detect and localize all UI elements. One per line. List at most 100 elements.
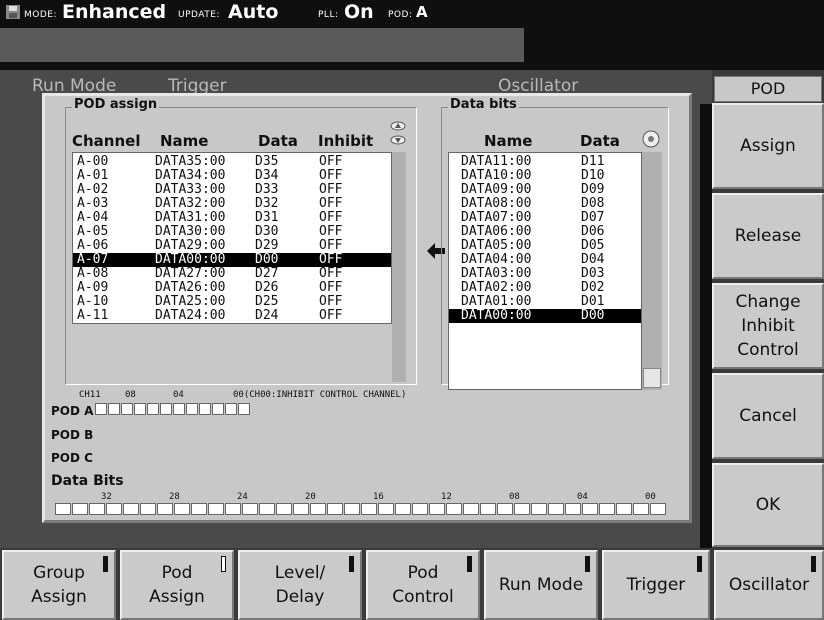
pod-assign-list[interactable]: A-00 DATA35:00 D35 OFF A-01 DATA34:00 D34 OFF A-…: [72, 152, 392, 324]
bit-tick: 08: [509, 492, 520, 502]
data-bit-row[interactable]: DATA11:00 D11: [449, 155, 641, 169]
pod-assign-scrollbar[interactable]: [392, 152, 406, 382]
cell-name: DATA04:00: [461, 252, 532, 267]
col-name: Name: [160, 132, 209, 150]
pll-label: PLL:: [318, 10, 339, 20]
cell-name: DATA01:00: [461, 294, 532, 309]
cell-data: D30: [255, 224, 279, 239]
data-bit-box: [344, 503, 360, 515]
data-bit-row[interactable]: DATA00:00 D00: [449, 309, 641, 323]
bit-tick: 32: [101, 492, 112, 502]
data-bits-scrollbar[interactable]: [642, 152, 662, 390]
cell-inhibit: OFF: [319, 196, 343, 211]
data-bit-box: [242, 503, 258, 515]
data-bit-box: [531, 503, 547, 515]
trigger-button[interactable]: Trigger: [602, 550, 710, 620]
cell-name: DATA25:00: [155, 294, 226, 309]
cell-inhibit: OFF: [319, 280, 343, 295]
message-area: [0, 28, 524, 62]
cell-data: D07: [581, 210, 605, 225]
pod-assign-row[interactable]: A-06 DATA29:00 D29 OFF: [73, 239, 391, 253]
cell-channel: A-02: [77, 182, 109, 197]
data-bits-list[interactable]: DATA11:00 D11 DATA10:00 D10 DATA09:00 D09 DATA…: [448, 152, 642, 390]
data-bit-box: [429, 503, 445, 515]
data-bit-row[interactable]: DATA07:00 D07: [449, 211, 641, 225]
pod-assign-group: POD assign Channel Name Data Inhibit A-0…: [65, 97, 417, 385]
oscillator-button[interactable]: Oscillator: [714, 550, 824, 620]
cancel-button[interactable]: Cancel: [712, 373, 824, 459]
cell-data: D00: [255, 252, 279, 267]
cell-channel: A-09: [77, 280, 109, 295]
scroll-circle-icon[interactable]: [642, 130, 660, 152]
pod-assign-row[interactable]: A-05 DATA30:00 D30 OFF: [73, 225, 391, 239]
pod-assign-row[interactable]: A-02 DATA33:00 D33 OFF: [73, 183, 391, 197]
cell-data: D32: [255, 196, 279, 211]
pod-assign-row[interactable]: A-09 DATA26:00 D26 OFF: [73, 281, 391, 295]
pod-control-button[interactable]: Pod Control: [366, 550, 480, 620]
data-bit-row[interactable]: DATA04:00 D04: [449, 253, 641, 267]
data-bit-row[interactable]: DATA09:00 D09: [449, 183, 641, 197]
group-assign-button[interactable]: Group Assign: [2, 550, 116, 620]
cell-name: DATA07:00: [461, 210, 532, 225]
cell-inhibit: OFF: [319, 238, 343, 253]
cell-name: DATA26:00: [155, 280, 226, 295]
release-button[interactable]: Release: [712, 193, 824, 279]
pod-assign-row[interactable]: A-00 DATA35:00 D35 OFF: [73, 155, 391, 169]
data-bit-box: [582, 503, 598, 515]
pod-a-channels: [95, 403, 251, 415]
pod-assign-row[interactable]: A-01 DATA34:00 D34 OFF: [73, 169, 391, 183]
cell-data: D29: [255, 238, 279, 253]
pod-assign-row[interactable]: A-03 DATA32:00 D32 OFF: [73, 197, 391, 211]
data-bit-row[interactable]: DATA01:00 D01: [449, 295, 641, 309]
cell-data: D33: [255, 182, 279, 197]
cell-channel: A-04: [77, 210, 109, 225]
pod-assign-dialog: POD assign Channel Name Data Inhibit A-0…: [42, 93, 692, 523]
data-bit-row[interactable]: DATA05:00 D05: [449, 239, 641, 253]
cell-channel: A-06: [77, 238, 109, 253]
level-delay-button[interactable]: Level/Delay: [238, 550, 362, 620]
cell-name: DATA03:00: [461, 266, 532, 281]
data-bit-box: [276, 503, 292, 515]
cell-channel: A-08: [77, 266, 109, 281]
pod-assign-row[interactable]: A-08 DATA27:00 D27 OFF: [73, 267, 391, 281]
update-value: Auto: [228, 1, 279, 23]
pod-assign-row[interactable]: A-11 DATA24:00 D24 OFF: [73, 309, 391, 323]
cell-name: DATA10:00: [461, 168, 532, 183]
run-mode-button[interactable]: Run Mode: [484, 550, 598, 620]
change-inhibit-control-button[interactable]: Change Inhibit Control: [712, 283, 824, 369]
pod-assign-row[interactable]: A-10 DATA25:00 D25 OFF: [73, 295, 391, 309]
pod-assign-row[interactable]: A-04 DATA31:00 D31 OFF: [73, 211, 391, 225]
status-bar: MODE: Enhanced UPDATE: Auto PLL: On POD:…: [0, 0, 824, 24]
scroll-updown-icon[interactable]: [390, 118, 406, 152]
data-bit-row[interactable]: DATA06:00 D06: [449, 225, 641, 239]
data-bit-row[interactable]: DATA03:00 D03: [449, 267, 641, 281]
cell-name: DATA24:00: [155, 308, 226, 323]
pod-assign-button[interactable]: Pod Assign: [120, 550, 234, 620]
data-bit-box: [208, 503, 224, 515]
data-bit-box: [412, 503, 428, 515]
pod-assign-row[interactable]: A-07 DATA00:00 D00 OFF: [73, 253, 391, 267]
cell-data: D02: [581, 280, 605, 295]
bit-tick: 28: [169, 492, 180, 502]
cell-data: D09: [581, 182, 605, 197]
data-bit-box: [140, 503, 156, 515]
data-bit-row[interactable]: DATA02:00 D02: [449, 281, 641, 295]
data-bits-scroll-thumb[interactable]: [643, 368, 661, 388]
mode-value: Enhanced: [62, 1, 167, 23]
data-bit-box: [565, 503, 581, 515]
data-bit-box: [616, 503, 632, 515]
ok-button[interactable]: OK: [712, 463, 824, 547]
cell-name: DATA02:00: [461, 280, 532, 295]
assign-button[interactable]: Assign: [712, 103, 824, 189]
cell-channel: A-05: [77, 224, 109, 239]
pod-a-channel-box: [134, 403, 146, 415]
pod-a-channel-box: [238, 403, 250, 415]
col-data: Data: [258, 132, 298, 150]
data-bit-row[interactable]: DATA10:00 D10: [449, 169, 641, 183]
data-bit-box: [361, 503, 377, 515]
data-bit-box: [259, 503, 275, 515]
cell-data: D06: [581, 224, 605, 239]
cell-data: D08: [581, 196, 605, 211]
tick-04: 04: [173, 390, 184, 400]
data-bit-row[interactable]: DATA08:00 D08: [449, 197, 641, 211]
